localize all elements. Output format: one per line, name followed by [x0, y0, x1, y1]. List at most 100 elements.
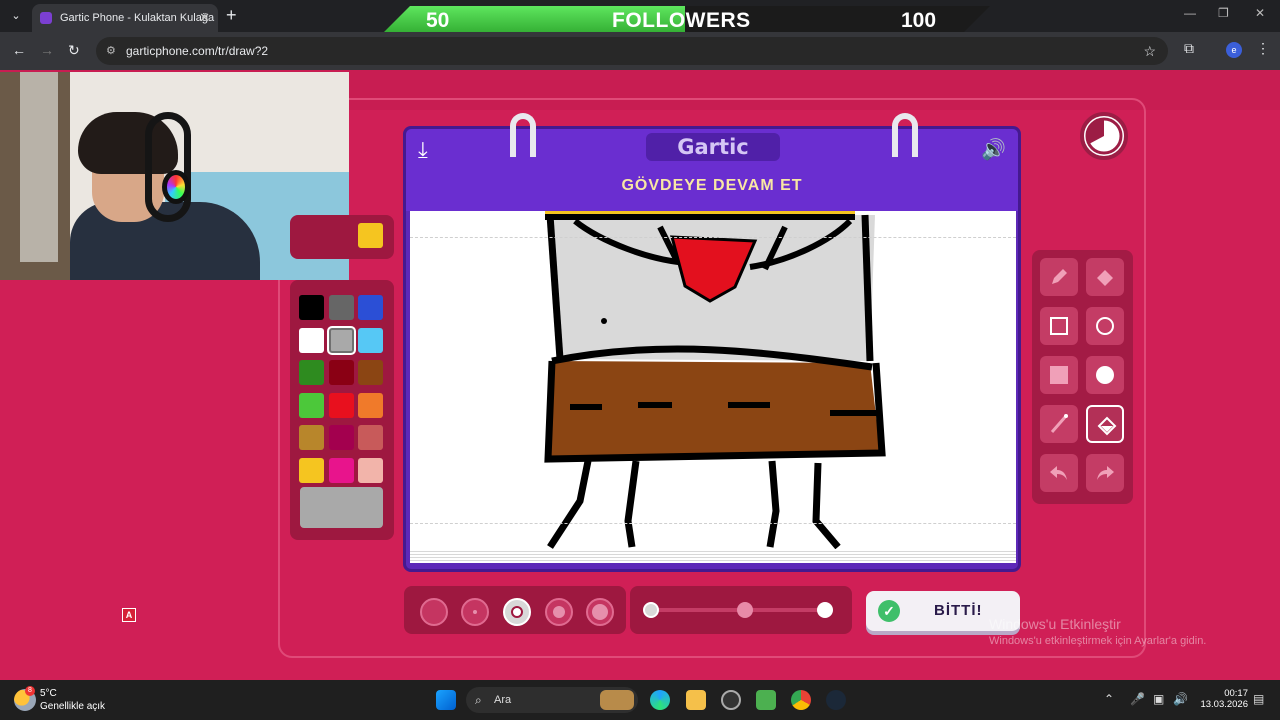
- color-swatch[interactable]: [328, 457, 354, 483]
- start-windows-icon[interactable]: [436, 690, 456, 710]
- color-swatch[interactable]: [299, 327, 324, 353]
- taskbar-search[interactable]: ⌕ Ara: [466, 687, 638, 713]
- brush-size-2[interactable]: [461, 598, 489, 626]
- followers-goal: 100: [901, 9, 937, 32]
- paint-bucket-icon: [1097, 416, 1117, 436]
- tab-search-dropdown[interactable]: ⌄: [6, 6, 26, 26]
- color-swatch[interactable]: [358, 457, 383, 483]
- tab-title: Gartic Phone - Kulaktan Kulağa: [60, 12, 215, 24]
- weather-badge: 8: [25, 686, 35, 696]
- windows-taskbar: 8 5°C Genellikle açık ⌕ Ara ⌃ 🎤 ▣ 🔊 00:1…: [0, 680, 1280, 720]
- color-swatch[interactable]: [358, 425, 383, 450]
- url-field[interactable]: ⚙ garticphone.com/tr/draw?2 ☆: [96, 37, 1168, 65]
- followers-current: 50: [426, 9, 450, 32]
- back-icon[interactable]: ←: [12, 42, 26, 58]
- color-swatch[interactable]: [328, 360, 354, 385]
- opacity-slider-handle[interactable]: [737, 602, 753, 618]
- tool-panel: [1032, 250, 1133, 504]
- weather-status: Genellikle açık: [40, 701, 106, 712]
- volume-icon[interactable]: 🔊: [1173, 692, 1188, 706]
- guide-line-top: [410, 237, 1016, 238]
- brush-size-5[interactable]: [586, 598, 614, 626]
- activation-watermark-text: Windows'u etkinleştirmek için Ayarlar'a …: [989, 635, 1207, 647]
- steam-icon[interactable]: [826, 690, 846, 710]
- color-swatch[interactable]: [328, 295, 354, 320]
- clock-time: 00:17: [1224, 688, 1248, 699]
- rectangle-outline-tool[interactable]: [1040, 307, 1078, 345]
- android-studio-icon[interactable]: [756, 690, 776, 710]
- board-bottom-pages: [410, 549, 1016, 563]
- rectangle-fill-tool[interactable]: [1040, 356, 1078, 394]
- eraser-tool[interactable]: [1086, 258, 1124, 296]
- line-tool[interactable]: [1040, 405, 1078, 443]
- tray-overflow-icon[interactable]: ⌃: [1104, 692, 1114, 706]
- brush-size-4[interactable]: [545, 598, 573, 626]
- binder-ring-left-icon: [510, 113, 536, 157]
- undo-tool[interactable]: [1040, 454, 1078, 492]
- address-bar-row: ← → ↻ ⚙ garticphone.com/tr/draw?2 ☆: [0, 32, 1280, 70]
- drawing-canvas[interactable]: [410, 211, 1016, 549]
- color-swatch[interactable]: [299, 457, 324, 483]
- done-label: BİTTİ!: [934, 602, 983, 619]
- brush-size-3[interactable]: [503, 598, 531, 626]
- search-highlight-icon: [600, 690, 634, 710]
- color-swatch[interactable]: [299, 392, 324, 418]
- profile-avatar[interactable]: e: [1226, 42, 1242, 58]
- notification-icon[interactable]: ▤: [1253, 692, 1264, 706]
- edge-icon[interactable]: [650, 690, 670, 710]
- color-swatch[interactable]: [299, 295, 324, 320]
- chrome-icon[interactable]: [791, 690, 811, 710]
- timer-icon: [1080, 112, 1128, 160]
- leg-3: [766, 460, 780, 548]
- color-swatch[interactable]: [326, 325, 356, 355]
- fill-bucket-tool[interactable]: [1086, 405, 1124, 443]
- circle-filled-icon: [1096, 366, 1114, 384]
- system-clock[interactable]: 00:17 13.03.2026: [1198, 688, 1248, 710]
- file-explorer-icon[interactable]: [686, 690, 706, 710]
- color-swatch[interactable]: [358, 327, 383, 353]
- color-swatch[interactable]: [299, 425, 324, 450]
- bookmark-star-icon[interactable]: ☆: [1143, 37, 1156, 65]
- close-tab-icon[interactable]: ✕: [199, 4, 210, 32]
- network-icon[interactable]: ▣: [1153, 692, 1164, 706]
- site-info-icon[interactable]: ⚙: [106, 37, 116, 65]
- close-window-icon[interactable]: ✕: [1255, 6, 1265, 20]
- gartic-logo: Gartic: [646, 133, 780, 161]
- dot-mark: [601, 318, 607, 324]
- current-color-preview: [300, 487, 383, 528]
- minimize-icon[interactable]: —: [1184, 6, 1196, 20]
- new-tab-button[interactable]: +: [226, 5, 237, 26]
- ellipse-outline-tool[interactable]: [1086, 307, 1124, 345]
- color-swatch[interactable]: [328, 425, 354, 450]
- obs-icon[interactable]: [721, 690, 741, 710]
- pencil-tool[interactable]: [1040, 258, 1078, 296]
- followers-label: FOLLOWERS: [612, 9, 751, 32]
- color-swatch[interactable]: [299, 360, 324, 385]
- color-swatch[interactable]: [358, 360, 383, 385]
- guide-line-bottom: [410, 523, 1016, 524]
- forward-icon[interactable]: →: [40, 42, 54, 58]
- opacity-max-icon: [817, 602, 833, 618]
- menu-kebab-icon[interactable]: ⋮: [1256, 40, 1270, 57]
- color-swatch[interactable]: [358, 295, 383, 320]
- brush-size-1[interactable]: [420, 598, 448, 626]
- ellipse-fill-tool[interactable]: [1086, 356, 1124, 394]
- sound-icon[interactable]: 🔊: [981, 137, 1006, 162]
- rgb-earcup-icon: [162, 170, 190, 204]
- reload-icon[interactable]: ↻: [68, 42, 80, 59]
- extensions-icon[interactable]: ⧉: [1184, 40, 1194, 57]
- redo-tool[interactable]: [1086, 454, 1124, 492]
- download-icon[interactable]: ⤓: [418, 137, 428, 163]
- square-filled-icon: [1050, 366, 1068, 384]
- redo-icon: [1097, 466, 1114, 480]
- color-swatch[interactable]: [328, 392, 354, 418]
- task-title: GÖVDEYE DEVAM ET: [621, 177, 803, 194]
- microphone-icon[interactable]: 🎤: [1130, 692, 1145, 706]
- tab-gartic[interactable]: Gartic Phone - Kulaktan Kulağa ✕: [32, 4, 218, 32]
- drawing-board: Gartic ⤓ 🔊 GÖVDEYE DEVAM ET: [403, 113, 1021, 572]
- color-swatch-top[interactable]: [358, 223, 383, 248]
- binder-ring-right-icon: [892, 113, 918, 157]
- maximize-icon[interactable]: ❐: [1218, 6, 1229, 20]
- color-swatch[interactable]: [358, 392, 383, 418]
- leg-1: [547, 460, 592, 549]
